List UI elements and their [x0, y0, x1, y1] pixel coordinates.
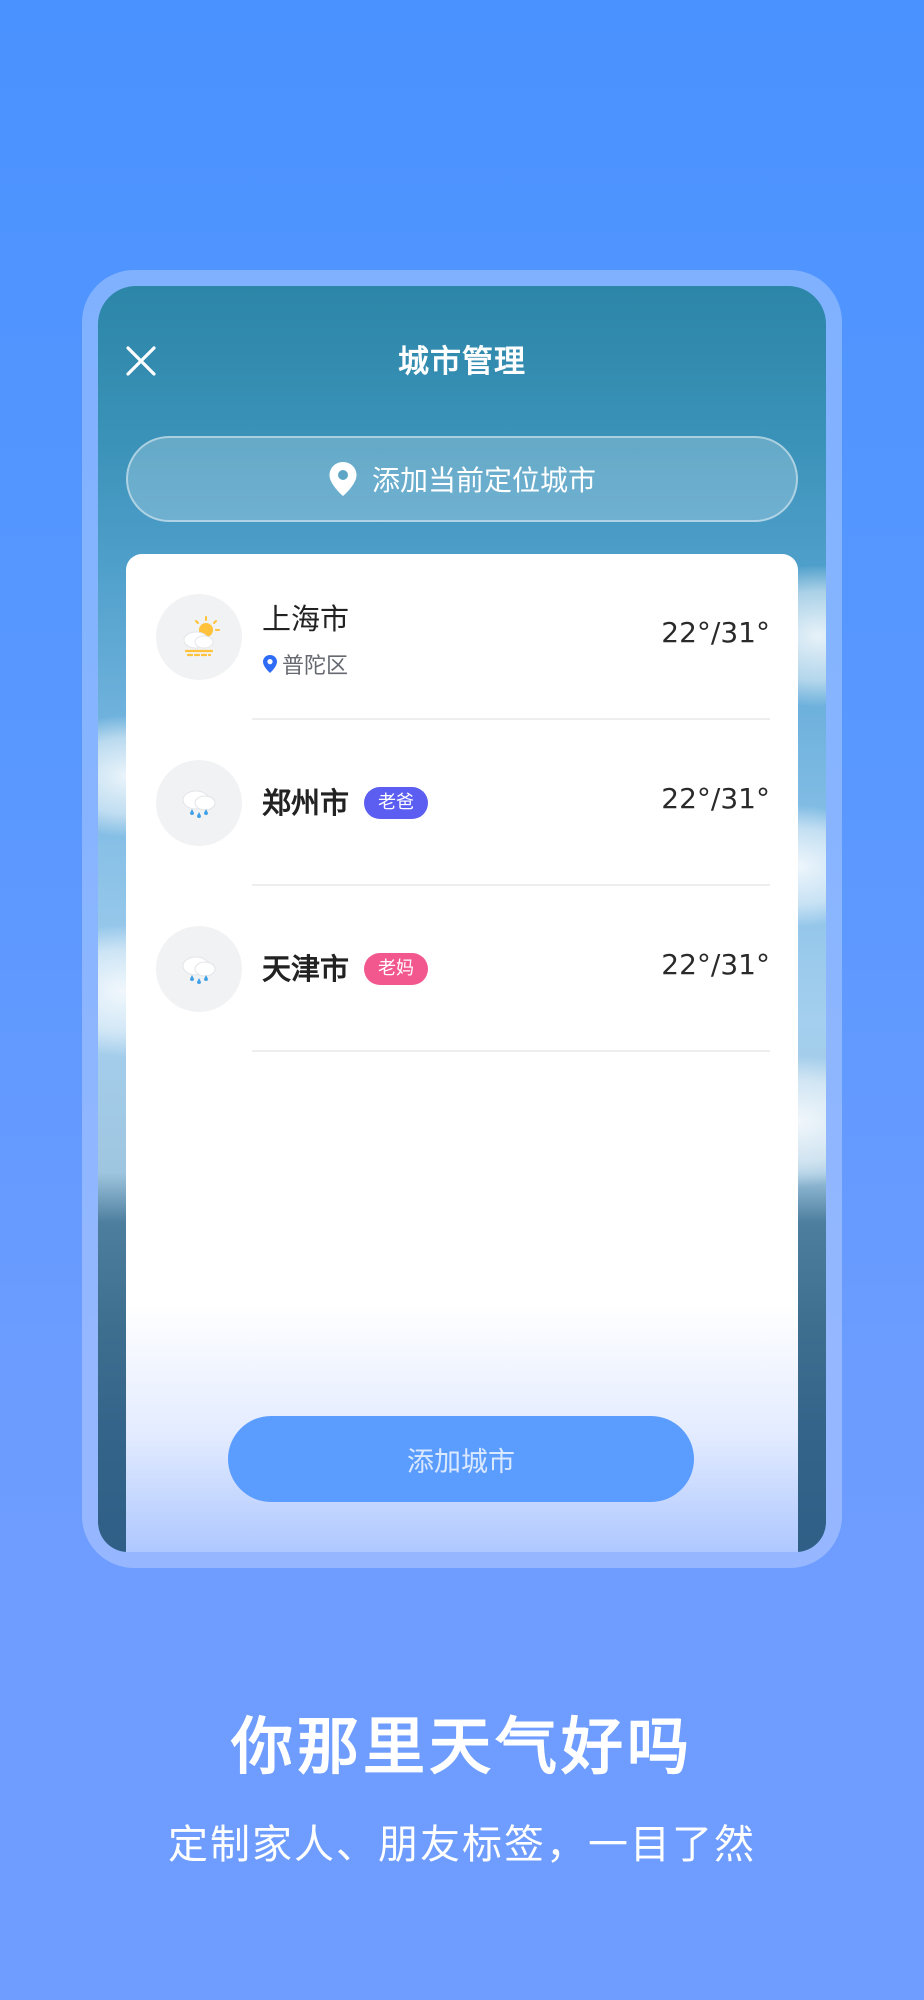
page-title: 城市管理 [398, 344, 526, 380]
city-name: 上海市 [262, 602, 350, 636]
rain-cloud-icon [182, 956, 216, 984]
weather-avatar [156, 760, 242, 846]
city-name: 天津市 [262, 952, 350, 986]
district-label: 普陀区 [282, 654, 349, 679]
city-row-shanghai[interactable]: 上海市 普陀区 22°/31° [126, 554, 798, 720]
add-current-location-button[interactable]: 添加当前定位城市 [126, 436, 798, 522]
add-city-button[interactable]: 添加城市 [228, 1416, 694, 1502]
rain-cloud-icon [182, 790, 216, 818]
add-current-location-label: 添加当前定位城市 [371, 464, 596, 497]
location-pin-icon [263, 655, 277, 673]
family-tag-mom: 老妈 [364, 953, 428, 985]
city-row-zhengzhou[interactable]: 郑州市 老爸 22°/31° [126, 720, 798, 886]
phone-mockup-frame: 城市管理 添加当前定位城市 上海市 普陀区 22°/31° 郑州市 老爸 22°… [82, 270, 842, 1568]
temperature-range: 22°/31° [661, 616, 770, 649]
temperature-range: 22°/31° [661, 948, 770, 981]
row-divider [252, 1050, 770, 1052]
family-tag-dad: 老爸 [364, 787, 428, 819]
sun-cloud-icon [183, 616, 220, 657]
city-name: 郑州市 [262, 786, 350, 820]
phone-screen: 城市管理 添加当前定位城市 上海市 普陀区 22°/31° 郑州市 老爸 22°… [98, 286, 826, 1552]
location-pin-icon [329, 462, 357, 496]
weather-avatar [156, 594, 242, 680]
city-list-card: 上海市 普陀区 22°/31° 郑州市 老爸 22°/31° 天津市 老妈 22… [126, 554, 798, 1552]
city-row-tianjin[interactable]: 天津市 老妈 22°/31° [126, 886, 798, 1052]
screen-header: 城市管理 [98, 286, 826, 446]
current-location-district: 普陀区 [262, 648, 348, 680]
weather-avatar [156, 926, 242, 1012]
temperature-range: 22°/31° [661, 782, 770, 815]
promo-headline: 你那里天气好吗 [230, 1710, 693, 1783]
promo-subline: 定制家人、朋友标签，一目了然 [168, 1822, 756, 1868]
